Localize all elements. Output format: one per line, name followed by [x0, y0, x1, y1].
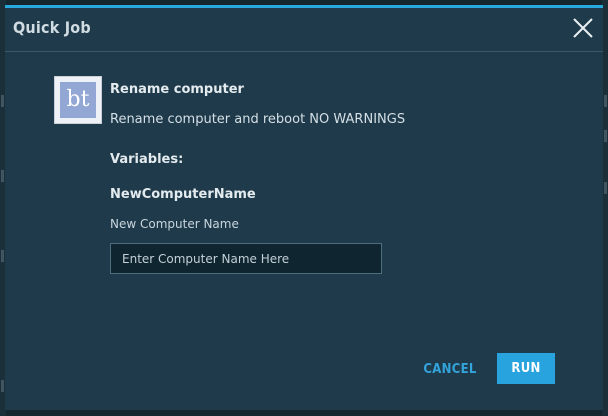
- background-text-fragment: [1, 250, 4, 262]
- background-text-fragment: [1, 95, 4, 107]
- computer-name-input[interactable]: [110, 243, 382, 274]
- quick-job-dialog: Quick Job bt Rename computer Rename comp…: [5, 5, 603, 410]
- variable-name: NewComputerName: [110, 187, 256, 202]
- background-text-fragment: [1, 380, 4, 392]
- job-description: Rename computer and reboot NO WARNINGS: [110, 112, 406, 127]
- run-button[interactable]: RUN: [497, 353, 555, 384]
- background-text-fragment: [604, 182, 607, 194]
- cancel-button[interactable]: CANCEL: [417, 354, 483, 384]
- close-icon: [573, 18, 593, 38]
- background-text-fragment: [1, 170, 4, 182]
- job-logo: bt: [54, 76, 102, 124]
- background-text-fragment: [604, 95, 607, 107]
- dialog-title: Quick Job: [13, 18, 91, 37]
- variable-label: New Computer Name: [110, 217, 239, 231]
- close-button[interactable]: [571, 16, 595, 40]
- variables-heading: Variables:: [110, 152, 184, 167]
- job-name: Rename computer: [110, 82, 244, 97]
- dialog-header: Quick Job: [5, 8, 603, 52]
- background-text-fragment: [604, 130, 607, 142]
- job-logo-text: bt: [60, 82, 96, 118]
